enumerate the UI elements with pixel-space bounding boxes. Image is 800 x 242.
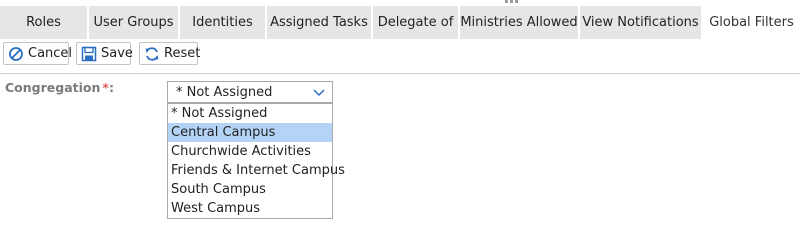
refresh-icon — [144, 46, 160, 62]
option-friends-internet-campus[interactable]: Friends & Internet Campus — [168, 161, 345, 180]
option-not-assigned[interactable]: * Not Assigned — [168, 104, 332, 123]
reset-label: Reset — [164, 46, 201, 61]
drag-handle-icon[interactable] — [505, 0, 525, 3]
tab-identities[interactable]: Identities — [180, 6, 265, 39]
save-icon — [81, 46, 97, 62]
tab-bar: Roles User Groups Identities Assigned Ta… — [0, 6, 800, 39]
congregation-dropdown-list: * Not Assigned Central Campus Churchwide… — [167, 103, 345, 219]
congregation-label: Congregation *: — [5, 80, 114, 95]
tab-view-notifications[interactable]: View Notifications — [580, 6, 701, 39]
cancel-button[interactable]: Cancel — [3, 42, 73, 65]
tab-delegate-of[interactable]: Delegate of — [373, 6, 458, 39]
option-west-campus[interactable]: West Campus — [168, 199, 332, 218]
cancel-icon — [8, 46, 24, 62]
reset-button[interactable]: Reset — [139, 42, 201, 65]
save-button[interactable]: Save — [76, 42, 133, 65]
label-colon: : — [108, 80, 114, 95]
save-label: Save — [101, 46, 133, 61]
cancel-label: Cancel — [28, 46, 73, 61]
tab-assigned-tasks[interactable]: Assigned Tasks — [267, 6, 371, 39]
option-churchwide-activities[interactable]: Churchwide Activities — [168, 142, 332, 161]
divider — [0, 73, 800, 74]
congregation-select[interactable]: * Not Assigned — [167, 81, 333, 103]
congregation-label-text: Congregation — [5, 80, 101, 95]
tab-global-filters[interactable]: Global Filters — [703, 6, 800, 39]
tab-roles[interactable]: Roles — [0, 6, 87, 39]
chevron-down-icon — [312, 85, 326, 99]
toolbar: Cancel Save Reset — [0, 39, 800, 73]
option-south-campus[interactable]: South Campus — [168, 180, 332, 199]
tab-user-groups[interactable]: User Groups — [89, 6, 178, 39]
congregation-selected-value: * Not Assigned — [176, 84, 273, 100]
tab-ministries-allowed[interactable]: Ministries Allowed — [460, 6, 578, 39]
option-central-campus[interactable]: Central Campus — [168, 123, 332, 142]
